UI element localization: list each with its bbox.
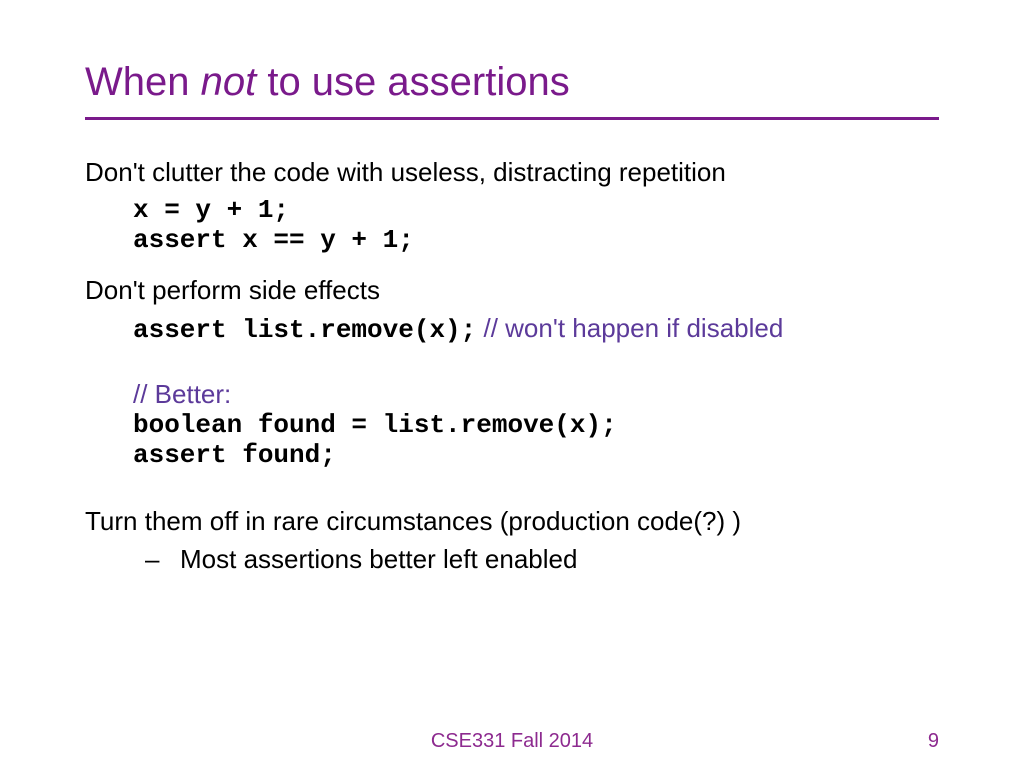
- title-part1: When: [85, 60, 201, 104]
- footer-course: CSE331 Fall 2014: [431, 730, 593, 753]
- comment-better: // Better:: [133, 379, 231, 409]
- para-clutter: Don't clutter the code with useless, dis…: [85, 155, 939, 190]
- title-divider: [85, 117, 939, 120]
- para-side-effects: Don't perform side effects: [85, 273, 939, 308]
- bullet-enabled: Most assertions better left enabled: [85, 544, 939, 575]
- slide-footer: CSE331 Fall 2014 9: [0, 730, 1024, 753]
- footer-page: 9: [928, 730, 939, 753]
- slide-title: When not to use assertions: [85, 60, 939, 105]
- para-turn-off: Turn them off in rare circumstances (pro…: [85, 504, 939, 539]
- code-found-assign: boolean found = list.remove(x);: [133, 410, 617, 440]
- code-assign: x = y + 1;: [133, 195, 289, 225]
- title-italic: not: [201, 60, 257, 104]
- comment-disabled: // won't happen if disabled: [476, 313, 783, 343]
- code-assert-eq: assert x == y + 1;: [133, 225, 414, 255]
- code-assert-found: assert found;: [133, 440, 336, 470]
- code-assert-remove: assert list.remove(x);: [133, 315, 476, 345]
- title-part2: to use assertions: [256, 60, 570, 104]
